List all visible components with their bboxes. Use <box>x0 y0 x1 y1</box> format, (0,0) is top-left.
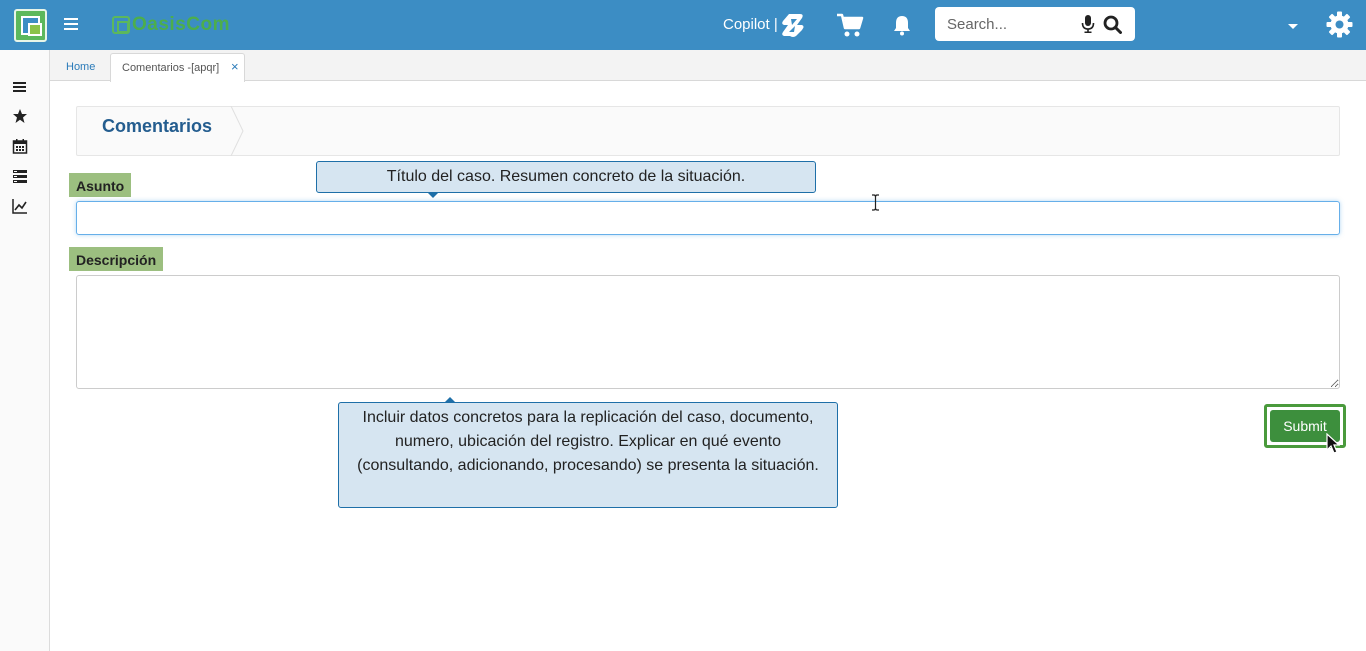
asunto-tooltip: Título del caso. Resumen concreto de la … <box>316 161 816 198</box>
logo-mark-icon <box>112 16 130 34</box>
breadcrumb-chevron-icon <box>230 106 244 156</box>
asunto-input[interactable] <box>76 201 1340 235</box>
user-menu-caret-icon[interactable] <box>1288 24 1298 29</box>
brand-logo[interactable]: OasisCom <box>112 14 230 36</box>
breadcrumb: Comentarios <box>76 106 1340 156</box>
search-bar <box>935 7 1135 41</box>
server-list-icon[interactable] <box>12 168 28 184</box>
line-chart-icon[interactable] <box>12 198 28 214</box>
tab-comentarios-label: Comentarios -[apqr] <box>122 62 220 74</box>
logo-text: OasisCom <box>132 14 230 35</box>
mouse-pointer-icon <box>1326 433 1340 454</box>
descripcion-textarea[interactable] <box>76 275 1340 389</box>
gear-icon[interactable] <box>1326 11 1353 38</box>
star-icon[interactable] <box>12 108 28 124</box>
text-cursor-icon <box>872 194 879 211</box>
tab-bar: Home Comentarios -[apqr] × <box>50 50 1366 82</box>
search-icon[interactable] <box>1103 15 1122 34</box>
app-switcher-icon[interactable] <box>14 9 47 42</box>
shopping-cart-icon[interactable] <box>836 12 864 38</box>
copilot-label: Copilot | <box>723 16 778 33</box>
notifications-bell-icon[interactable] <box>892 14 912 36</box>
tab-home[interactable]: Home <box>56 55 105 81</box>
top-navbar: OasisCom Copilot | <box>0 0 1366 50</box>
microphone-icon[interactable] <box>1081 15 1095 33</box>
copilot-icon[interactable] <box>780 12 806 38</box>
tab-comentarios[interactable]: Comentarios -[apqr] × <box>110 53 245 82</box>
asunto-label: Asunto <box>69 173 132 197</box>
descripcion-tooltip: Incluir datos concretos para la replicac… <box>338 397 838 508</box>
descripcion-label: Descripción <box>69 247 164 271</box>
calendar-icon[interactable] <box>12 138 28 154</box>
app-icon-front-square <box>28 23 42 36</box>
copilot-link[interactable]: Copilot | <box>723 16 778 33</box>
search-input[interactable] <box>947 15 1087 33</box>
menu-toggle-icon[interactable] <box>64 18 78 32</box>
page-title: Comentarios <box>102 116 213 136</box>
close-tab-icon[interactable]: × <box>231 59 239 74</box>
list-icon[interactable] <box>12 79 28 95</box>
left-sidebar <box>0 50 50 651</box>
